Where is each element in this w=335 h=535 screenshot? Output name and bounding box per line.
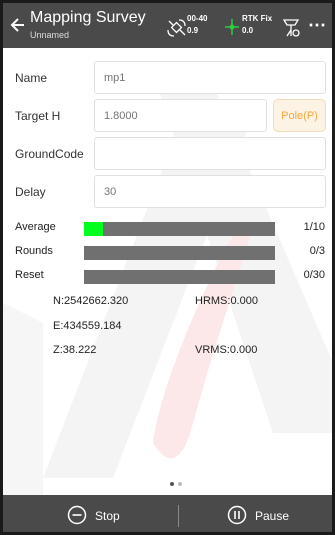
reset-progress-bar [84,270,275,284]
ground-code-input[interactable] [94,137,326,170]
rtk-status: RTK Fix [242,14,273,23]
stop-icon [67,505,87,525]
average-count: 1/10 [303,221,325,233]
name-label: Name [15,71,48,85]
reset-label: Reset [15,269,44,281]
elevation-value: Z:38.222 [53,344,97,356]
target-height-row: Target H Pole(P) [3,99,332,133]
rtk-age: 0.0 [242,26,254,35]
delay-row: Delay [3,175,332,209]
reset-progress: Reset 0/30 [3,268,332,284]
average-progress: Average 1/10 [3,220,332,236]
rounds-count: 0/3 [309,245,325,257]
satellite-icon[interactable] [166,18,188,38]
name-input[interactable] [94,61,326,94]
name-row: Name [3,61,332,95]
average-label: Average [15,221,56,233]
delay-input[interactable] [94,175,326,208]
ground-code-row: GroundCode [3,137,332,171]
rounds-progress: Rounds 0/3 [3,244,332,260]
rtk-fix-icon[interactable] [225,18,239,36]
average-progress-bar [84,222,275,236]
page-indicator[interactable] [170,482,184,488]
footer-divider [178,505,179,527]
page-subtitle: Unnamed [30,30,70,40]
page-title: Mapping Survey [30,9,146,26]
ground-code-label: GroundCode [15,147,84,161]
satellite-pdop: 0.9 [187,26,199,35]
target-height-label: Target H [15,109,61,123]
pause-button[interactable]: Pause [223,495,313,532]
easting-value: E:434559.184 [53,320,122,332]
pause-icon [227,505,247,525]
receiver-pole-icon[interactable] [282,16,300,38]
stop-button[interactable]: Stop [63,495,143,532]
page-dot-active[interactable] [170,482,174,486]
rounds-label: Rounds [15,245,53,257]
app-frame: Mapping Survey Unnamed 00-40 0.9 RTK Fix… [0,0,335,535]
northing-value: N:2542662.320 [53,295,129,307]
back-arrow-icon[interactable] [9,16,25,34]
pause-label: Pause [255,509,290,523]
top-app-bar: Mapping Survey Unnamed 00-40 0.9 RTK Fix… [3,3,332,48]
page-dot-inactive[interactable] [178,482,182,486]
vrms-value: VRMS:0.000 [195,344,258,356]
target-height-input[interactable] [94,99,267,132]
average-progress-fill [84,222,104,236]
delay-label: Delay [15,185,46,199]
reset-count: 0/30 [303,269,325,281]
hrms-value: HRMS:0.000 [195,295,258,307]
bottom-action-bar: Stop Pause [3,495,332,532]
rounds-progress-bar [84,246,275,260]
more-options-icon[interactable]: ⋯ [308,15,327,36]
stop-label: Stop [95,509,120,523]
satellite-count: 00-40 [187,14,208,23]
pole-button[interactable]: Pole(P) [273,99,326,132]
